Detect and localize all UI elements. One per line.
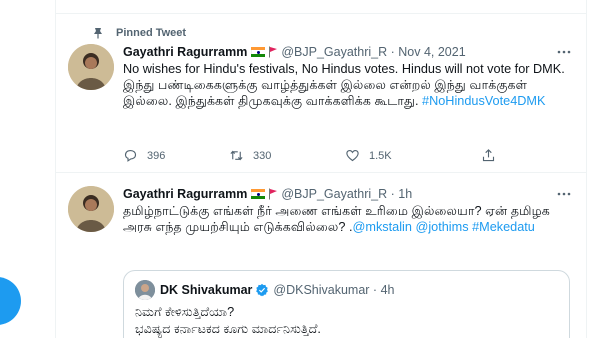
tweet-text: தமிழ்நாட்டுக்கு எங்கள் நீர் அணை எங்கள் உ…	[123, 204, 550, 234]
tweet[interactable]: Gayathri Ragurramm @BJP_Gayathri_R · 1h …	[56, 174, 586, 338]
hashtag-link[interactable]: #NoHindusVote4DMK	[422, 94, 545, 108]
india-flag-icon	[251, 47, 266, 57]
top-divider	[56, 0, 586, 14]
tweet-header: Gayathri Ragurramm @BJP_Gayathri_R · Nov…	[123, 44, 572, 60]
tweet-pinned[interactable]: Pinned Tweet Gayathri Ragurramm @BJP_Gay…	[56, 14, 586, 173]
reply-count: 396	[147, 149, 166, 162]
pin-icon	[94, 28, 102, 39]
red-flag-icon	[269, 188, 278, 200]
avatar[interactable]	[68, 186, 114, 232]
display-name[interactable]: Gayathri Ragurramm	[123, 45, 247, 59]
handle-and-date[interactable]: @BJP_Gayathri_R · 1h	[281, 187, 412, 201]
retweet-icon	[230, 150, 243, 161]
mention-link[interactable]: @mkstalin	[353, 220, 412, 234]
verified-icon	[256, 283, 269, 297]
like-button[interactable]: 1.5K	[345, 148, 392, 163]
like-count: 1.5K	[369, 149, 392, 162]
share-icon	[482, 149, 495, 162]
display-name[interactable]: Gayathri Ragurramm	[123, 187, 247, 201]
handle-and-date[interactable]: @BJP_Gayathri_R · Nov 4, 2021	[281, 45, 465, 59]
pinned-indicator: Pinned Tweet	[92, 27, 186, 39]
quoted-tweet[interactable]: DK Shivakumar @DKShivakumar · 4h ನಿಮಗೆ ಕ…	[123, 270, 570, 338]
quoted-tweet-text: ನಿಮಗೆ ಕೇಳಿಸುತ್ತಿದೆಯಾ? ಭವಿಷ್ಯದ ಕರ್ನಾಟಕದ ಕ…	[135, 305, 321, 336]
tweet-header: Gayathri Ragurramm @BJP_Gayathri_R · 1h	[123, 186, 572, 202]
more-icon[interactable]	[556, 46, 572, 58]
tweet-actions: 396 330 1.5K	[123, 148, 503, 162]
compose-tweet-button[interactable]	[0, 277, 21, 325]
avatar[interactable]	[68, 44, 114, 90]
hashtag-link[interactable]: #Mekedatu	[472, 220, 535, 234]
timeline: Pinned Tweet Gayathri Ragurramm @BJP_Gay…	[55, 0, 587, 338]
tweet-text: No wishes for Hindu's festivals, No Hind…	[123, 62, 565, 108]
share-button[interactable]	[481, 148, 505, 163]
mention-link[interactable]: @jothims	[415, 220, 468, 234]
quoted-handle-and-date: @DKShivakumar · 4h	[273, 283, 395, 297]
like-icon	[346, 149, 359, 162]
reply-button[interactable]: 396	[123, 148, 165, 163]
quoted-avatar	[135, 280, 155, 300]
quoted-tweet-header: DK Shivakumar @DKShivakumar · 4h	[135, 280, 558, 300]
retweet-button[interactable]: 330	[229, 148, 271, 163]
reply-icon	[124, 149, 137, 162]
quoted-display-name: DK Shivakumar	[160, 283, 253, 297]
more-icon[interactable]	[556, 188, 572, 200]
pinned-label: Pinned Tweet	[116, 27, 187, 39]
india-flag-icon	[251, 189, 266, 199]
retweet-count: 330	[253, 149, 272, 162]
red-flag-icon	[269, 46, 278, 58]
